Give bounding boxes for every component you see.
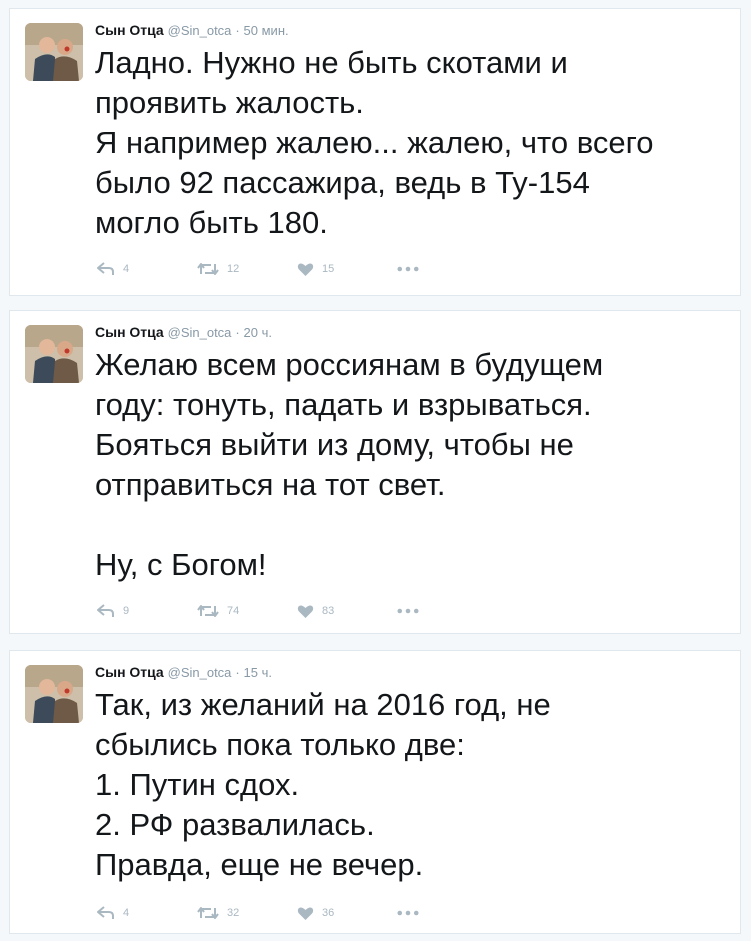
like-count: 15 — [322, 263, 335, 275]
tweet-text: Желаю всем россиянам в будущем году: тон… — [95, 345, 720, 585]
more-button[interactable] — [397, 266, 427, 272]
tweet-header: Сын Отца @Sin_otca · 20 ч. — [95, 323, 272, 342]
author-handle[interactable]: @Sin_otca — [168, 325, 232, 340]
tweet-timestamp[interactable]: 50 мин. — [244, 23, 289, 38]
retweet-button[interactable]: 74 — [197, 604, 297, 618]
like-button[interactable]: 83 — [297, 604, 397, 619]
tweet-text-line: проявить жалость. — [95, 85, 364, 120]
tweet-text-line — [95, 505, 720, 545]
tweet-text-line: было 92 пассажира, ведь в Ту-154 — [95, 165, 590, 200]
heart-icon — [297, 263, 314, 276]
more-icon — [397, 910, 419, 916]
heart-icon — [297, 605, 314, 618]
avatar[interactable] — [25, 23, 83, 81]
separator-dot: · — [235, 665, 240, 680]
like-count: 83 — [322, 605, 335, 617]
tweet-text-line: Желаю всем россиянам в будущем — [95, 347, 604, 382]
author-handle[interactable]: @Sin_otca — [168, 665, 232, 680]
retweet-button[interactable]: 32 — [197, 906, 297, 920]
tweet-timestamp[interactable]: 15 ч. — [244, 665, 272, 680]
tweet-card[interactable]: Сын Отца @Sin_otca · 15 ч. Так, из желан… — [9, 650, 741, 934]
more-icon — [397, 266, 419, 272]
reply-button[interactable]: 4 — [97, 262, 197, 276]
separator-dot: · — [235, 325, 240, 340]
tweet-text-line: Ну, с Богом! — [95, 547, 267, 582]
tweet-text-line: отправиться на тот свет. — [95, 467, 446, 502]
tweet-text-line: Так, из желаний на 2016 год, не — [95, 687, 551, 722]
reply-button[interactable]: 9 — [97, 604, 197, 618]
retweet-icon — [197, 605, 219, 617]
author-handle[interactable]: @Sin_otca — [168, 23, 232, 38]
tweet-text-line: году: тонуть, падать и взрываться. — [95, 387, 592, 422]
retweet-icon — [197, 263, 219, 275]
retweet-icon — [197, 907, 219, 919]
more-button[interactable] — [397, 608, 427, 614]
retweet-count: 32 — [227, 907, 240, 919]
tweet-header: Сын Отца @Sin_otca · 50 мин. — [95, 21, 289, 40]
like-button[interactable]: 15 — [297, 262, 397, 277]
avatar[interactable] — [25, 325, 83, 383]
author-name[interactable]: Сын Отца — [95, 664, 164, 680]
like-count: 36 — [322, 907, 335, 919]
tweet-actions: 4 12 15 — [97, 259, 427, 279]
author-name[interactable]: Сын Отца — [95, 22, 164, 38]
reply-count: 4 — [123, 263, 130, 275]
reply-count: 4 — [123, 907, 130, 919]
tweet-timestamp[interactable]: 20 ч. — [244, 325, 272, 340]
tweet-text-line: Ладно. Нужно не быть скотами и — [95, 45, 568, 80]
reply-icon — [97, 262, 114, 275]
tweet-text-line: Я например жалею... жалею, что всего — [95, 125, 654, 160]
reply-icon — [97, 906, 114, 919]
retweet-button[interactable]: 12 — [197, 262, 297, 276]
more-icon — [397, 608, 419, 614]
tweet-text-line: могло быть 180. — [95, 205, 328, 240]
retweet-count: 12 — [227, 263, 240, 275]
tweet-text-line: сбылись пока только две: — [95, 727, 465, 762]
separator-dot: · — [235, 23, 240, 38]
more-button[interactable] — [397, 910, 427, 916]
heart-icon — [297, 907, 314, 920]
author-name[interactable]: Сын Отца — [95, 324, 164, 340]
tweet-text: Так, из желаний на 2016 год, не сбылись … — [95, 685, 720, 885]
reply-icon — [97, 604, 114, 617]
tweet-actions: 9 74 83 — [97, 601, 427, 621]
retweet-count: 74 — [227, 605, 240, 617]
tweet-actions: 4 32 36 — [97, 903, 427, 923]
reply-button[interactable]: 4 — [97, 906, 197, 920]
avatar[interactable] — [25, 665, 83, 723]
tweet-header: Сын Отца @Sin_otca · 15 ч. — [95, 663, 272, 682]
tweet-text-line: 1. Путин сдох. — [95, 767, 300, 802]
reply-count: 9 — [123, 605, 130, 617]
tweet-card[interactable]: Сын Отца @Sin_otca · 50 мин. Ладно. Нужн… — [9, 8, 741, 296]
tweet-text-line: Правда, еще не вечер. — [95, 847, 424, 882]
tweet-text: Ладно. Нужно не быть скотами и проявить … — [95, 43, 720, 243]
tweet-text-line: Бояться выйти из дому, чтобы не — [95, 427, 574, 462]
like-button[interactable]: 36 — [297, 906, 397, 921]
tweet-text-line: 2. РФ развалилась. — [95, 807, 375, 842]
tweet-card[interactable]: Сын Отца @Sin_otca · 20 ч. Желаю всем ро… — [9, 310, 741, 634]
